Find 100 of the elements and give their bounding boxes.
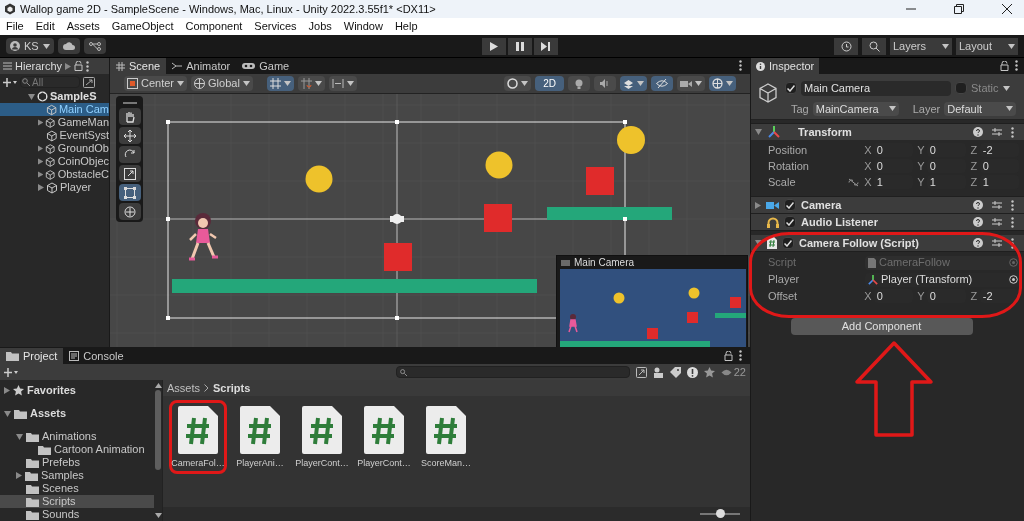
presets-icon[interactable]: [992, 238, 1002, 248]
open-window-icon[interactable]: [635, 366, 647, 378]
more-icon[interactable]: [739, 60, 742, 71]
transform-tool[interactable]: [118, 203, 141, 220]
more-icon[interactable]: [86, 60, 90, 72]
filter-type-icon[interactable]: [652, 366, 664, 378]
rect-tool[interactable]: [118, 184, 141, 201]
presets-icon[interactable]: [992, 200, 1002, 210]
version-control-button[interactable]: [83, 38, 106, 54]
layers-dropdown[interactable]: Layers: [890, 37, 952, 55]
menu-item[interactable]: File: [6, 18, 24, 35]
hierarchy-item[interactable]: GroundOb: [0, 142, 109, 155]
rotate-tool[interactable]: [118, 146, 141, 163]
panel-tab[interactable]: Inspector: [751, 58, 820, 74]
add-component-button[interactable]: Add Component: [790, 318, 973, 335]
scroll-up-icon[interactable]: [154, 383, 162, 388]
restore-icon[interactable]: [954, 4, 964, 14]
menu-item[interactable]: Jobs: [308, 18, 332, 35]
collapse-arrow-icon[interactable]: [755, 129, 762, 135]
menu-item[interactable]: Services: [254, 18, 297, 35]
account-dropdown[interactable]: KS: [6, 38, 54, 54]
expand-arrow-icon[interactable]: [16, 433, 23, 440]
add-icon[interactable]: [3, 77, 17, 87]
warning-icon[interactable]: [686, 366, 698, 378]
tree-item[interactable]: Scripts: [0, 495, 154, 508]
script-file-icon[interactable]: [178, 406, 218, 454]
move-tool[interactable]: [118, 127, 141, 144]
star-icon[interactable]: [703, 366, 715, 378]
file-name[interactable]: PlayerCont…: [357, 457, 411, 471]
more-icon[interactable]: [1011, 199, 1014, 211]
grid-snap-dropdown[interactable]: [266, 76, 294, 91]
search-field[interactable]: [395, 366, 630, 378]
expand-arrow-icon[interactable]: [755, 201, 761, 209]
script-file-icon[interactable]: [426, 406, 466, 454]
panel-tab[interactable]: Project: [0, 348, 64, 364]
hand-tool[interactable]: [118, 108, 141, 125]
scene-visibility-icon[interactable]: [83, 76, 95, 88]
unlinked-icon[interactable]: [848, 177, 860, 187]
tree-item[interactable]: Prefebs: [0, 456, 154, 469]
help-icon[interactable]: [973, 238, 983, 248]
scale-tool[interactable]: [118, 165, 141, 182]
hierarchy-item[interactable]: GameMan: [0, 116, 109, 129]
layout-dropdown[interactable]: Layout: [956, 37, 1018, 55]
shading-dropdown[interactable]: [504, 76, 532, 91]
script-file-icon[interactable]: [364, 406, 404, 454]
expand-arrow-icon[interactable]: [28, 93, 35, 100]
script-file-icon[interactable]: [240, 406, 280, 454]
script-file-icon[interactable]: [302, 406, 342, 454]
tree-item[interactable]: Cartoon Animation: [0, 443, 154, 456]
help-icon[interactable]: [973, 127, 983, 137]
audio-toggle[interactable]: [594, 76, 616, 91]
lock-icon[interactable]: [724, 351, 733, 361]
align-dropdown[interactable]: [328, 76, 357, 91]
breadcrumb-link[interactable]: Assets: [167, 379, 200, 397]
pivot-dropdown[interactable]: Center: [124, 76, 188, 91]
close-icon[interactable]: [1002, 4, 1012, 14]
more-icon[interactable]: [739, 350, 742, 361]
history-button[interactable]: [834, 37, 858, 55]
menu-item[interactable]: Assets: [66, 18, 100, 35]
pause-button[interactable]: [507, 37, 532, 55]
menu-item[interactable]: Edit: [35, 18, 55, 35]
help-icon[interactable]: [973, 200, 983, 210]
hierarchy-item[interactable]: Main Cam: [0, 103, 109, 116]
component-title[interactable]: Camera: [801, 196, 842, 214]
menu-item[interactable]: Window: [343, 18, 383, 35]
expand-arrow-icon[interactable]: [38, 119, 44, 126]
hierarchy-item[interactable]: CoinObjec: [0, 155, 109, 168]
tree-item[interactable]: Favorites: [0, 384, 154, 397]
tree-item[interactable]: Animations: [0, 430, 154, 443]
file-name[interactable]: ScoreMan…: [421, 457, 471, 471]
tree-item[interactable]: Samples: [0, 469, 154, 482]
resize-handle[interactable]: [395, 316, 399, 320]
resize-handle[interactable]: [395, 120, 399, 124]
tag-icon[interactable]: [669, 366, 681, 378]
checkbox[interactable]: [955, 82, 967, 95]
space-dropdown[interactable]: Global: [191, 76, 253, 91]
scrollbar[interactable]: [154, 380, 162, 521]
object-field[interactable]: Player (Transform): [865, 272, 1021, 287]
search-field[interactable]: All: [20, 76, 80, 88]
resize-handle[interactable]: [166, 316, 170, 320]
help-icon[interactable]: [973, 217, 983, 227]
resize-handle[interactable]: [623, 120, 627, 124]
panel-tab[interactable]: Scene: [110, 58, 167, 74]
expand-arrow-icon[interactable]: [38, 171, 44, 178]
camera-dropdown[interactable]: [677, 76, 705, 91]
hierarchy-item[interactable]: EventSyst: [0, 129, 109, 142]
layer-dropdown[interactable]: Default: [944, 101, 1017, 116]
play-button[interactable]: [481, 37, 506, 55]
tree-item[interactable]: Scenes: [0, 482, 154, 495]
checkbox[interactable]: [785, 82, 797, 95]
more-icon[interactable]: [1011, 237, 1014, 249]
lock-icon[interactable]: [1000, 61, 1009, 71]
menu-item[interactable]: GameObject: [111, 18, 174, 35]
resize-handle[interactable]: [623, 217, 627, 221]
file-name[interactable]: PlayerCont…: [295, 457, 349, 471]
search-button[interactable]: [862, 37, 886, 55]
add-icon[interactable]: [4, 367, 18, 377]
lighting-toggle[interactable]: [568, 76, 590, 91]
view-2d-toggle[interactable]: 2D: [535, 76, 564, 91]
checkbox[interactable]: [784, 199, 796, 211]
